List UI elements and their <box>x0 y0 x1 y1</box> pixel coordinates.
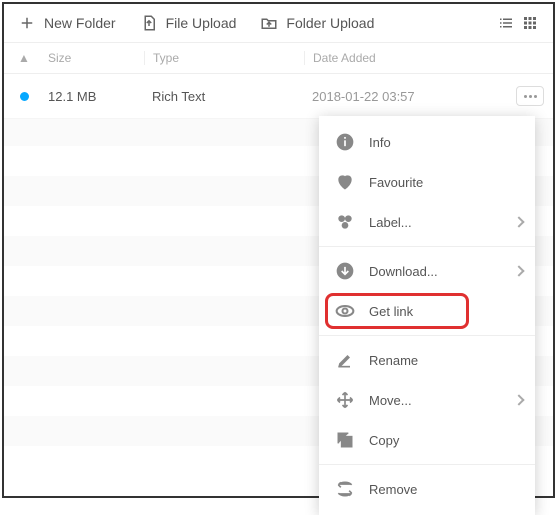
header-date[interactable]: Date Added <box>304 51 553 65</box>
move-icon <box>335 390 355 410</box>
column-headers: ▲ Size Type Date Added <box>4 43 553 74</box>
new-folder-label: New Folder <box>44 15 116 31</box>
label-icon <box>335 212 355 232</box>
sort-indicator[interactable]: ▲ <box>4 51 44 65</box>
header-size[interactable]: Size <box>44 51 144 65</box>
list-view-icon[interactable] <box>497 14 515 32</box>
header-type[interactable]: Type <box>144 51 304 65</box>
menu-info[interactable]: Info <box>319 122 535 162</box>
menu-favourite[interactable]: Favourite <box>319 162 535 202</box>
chevron-right-icon <box>513 265 524 276</box>
new-folder-button[interactable]: New Folder <box>18 14 116 32</box>
menu-label[interactable]: Label... <box>319 202 535 242</box>
cell-date: 2018-01-22 03:57 <box>304 89 507 104</box>
cell-type: Rich Text <box>144 89 304 104</box>
menu-rename[interactable]: Rename <box>319 340 535 380</box>
menu-remove[interactable]: Remove <box>319 469 535 509</box>
folder-upload-icon <box>260 14 278 32</box>
folder-upload-button[interactable]: Folder Upload <box>260 14 374 32</box>
view-toggle[interactable] <box>497 14 539 32</box>
pencil-icon <box>335 350 355 370</box>
copy-icon <box>335 430 355 450</box>
menu-copy[interactable]: Copy <box>319 420 535 460</box>
file-upload-icon <box>140 14 158 32</box>
grid-view-icon[interactable] <box>521 14 539 32</box>
cell-size: 12.1 MB <box>44 89 144 104</box>
folder-upload-label: Folder Upload <box>286 15 374 31</box>
link-icon <box>335 301 355 321</box>
context-menu: Info Favourite Label... Download... Get … <box>319 116 535 515</box>
toolbar: New Folder File Upload Folder Upload <box>4 4 553 43</box>
file-upload-label: File Upload <box>166 15 237 31</box>
plus-icon <box>18 14 36 32</box>
table-row[interactable]: 12.1 MB Rich Text 2018-01-22 03:57 <box>4 74 553 119</box>
chevron-right-icon <box>513 216 524 227</box>
remove-icon <box>335 479 355 499</box>
file-upload-button[interactable]: File Upload <box>140 14 237 32</box>
more-actions-button[interactable] <box>516 86 544 106</box>
menu-move[interactable]: Move... <box>319 380 535 420</box>
chevron-right-icon <box>513 394 524 405</box>
menu-download[interactable]: Download... <box>319 251 535 291</box>
heart-icon <box>335 172 355 192</box>
download-icon <box>335 261 355 281</box>
info-icon <box>335 132 355 152</box>
selection-indicator <box>4 92 44 101</box>
menu-get-link[interactable]: Get link <box>319 291 535 331</box>
